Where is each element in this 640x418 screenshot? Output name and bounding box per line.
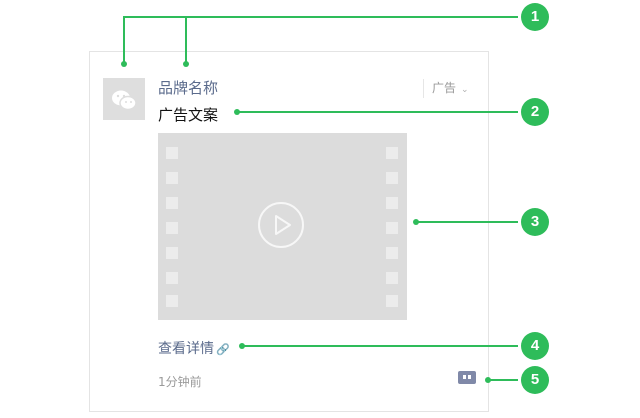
callout-badge-2: 2 — [521, 98, 549, 126]
callout-badge-4: 4 — [521, 332, 549, 360]
callout-badge-1: 1 — [521, 3, 549, 31]
callout-badge-3: 3 — [521, 208, 549, 236]
callout-badge-5: 5 — [521, 366, 549, 394]
